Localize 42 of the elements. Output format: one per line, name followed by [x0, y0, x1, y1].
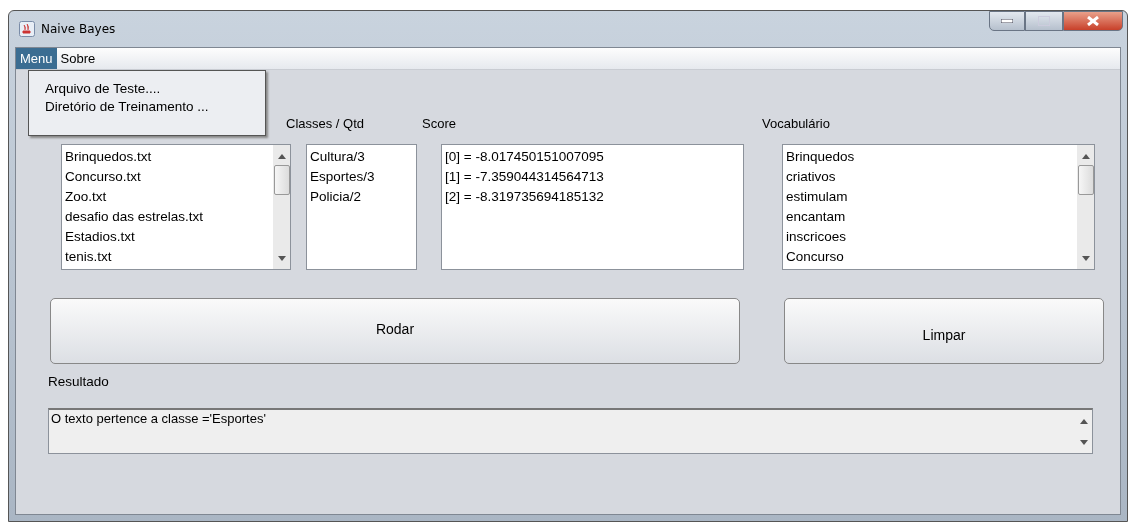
- list-item[interactable]: desafio das estrelas.txt: [65, 207, 270, 227]
- list-item[interactable]: encantam: [786, 207, 1074, 227]
- scroll-thumb[interactable]: [273, 165, 290, 195]
- list-item[interactable]: Esportes/3: [310, 167, 413, 187]
- menu-option[interactable]: Diretório de Treinamento ...: [45, 99, 265, 114]
- column-label: Score: [422, 116, 457, 133]
- list-item[interactable]: estimulam: [786, 187, 1074, 207]
- menu-option[interactable]: Arquivo de Teste....: [45, 81, 265, 96]
- list-item[interactable]: Brinquedos: [786, 147, 1074, 167]
- result-label: Resultado: [48, 374, 110, 391]
- result-area[interactable]: O texto pertence a classe ='Esportes': [48, 408, 1093, 454]
- result-text: O texto pertence a classe ='Esportes': [50, 410, 267, 428]
- list-item[interactable]: Concurso.txt: [65, 167, 270, 187]
- list-item[interactable]: Brinquedos.txt: [65, 147, 270, 167]
- list-item[interactable]: inscricoes: [786, 227, 1074, 247]
- clear-button[interactable]: Limpar: [784, 298, 1104, 364]
- scrollbar[interactable]: [273, 145, 290, 269]
- maximize-icon: [1038, 16, 1050, 26]
- window-title: Naive Bayes: [41, 22, 116, 36]
- list-item[interactable]: Cultura/3: [310, 147, 413, 167]
- menu-item[interactable]: Sobre: [56, 48, 100, 69]
- close-icon: [1087, 16, 1099, 26]
- menu-item[interactable]: Menu: [16, 48, 57, 69]
- list-item[interactable]: [1] = -7.359044314564713: [445, 167, 740, 187]
- list-item[interactable]: Policia/2: [310, 187, 413, 207]
- column-label: Vocabulário: [762, 116, 831, 133]
- list-item[interactable]: Estadios.txt: [65, 227, 270, 247]
- column-label: Classes / Qtd: [286, 116, 366, 133]
- list-item[interactable]: Zoo.txt: [65, 187, 270, 207]
- list-item[interactable]: tenis.txt: [65, 247, 270, 267]
- list-item[interactable]: [2] = -8.319735694185132: [445, 187, 740, 207]
- close-button[interactable]: [1063, 11, 1123, 31]
- maximize-button[interactable]: [1025, 11, 1063, 31]
- list-item[interactable]: criativos: [786, 167, 1074, 187]
- scrollbar[interactable]: [1077, 145, 1094, 269]
- list-item[interactable]: Concurso: [786, 247, 1074, 267]
- cup-icon: [19, 21, 35, 37]
- minimize-icon: [1001, 19, 1013, 23]
- list-item[interactable]: [0] = -8.017450151007095: [445, 147, 740, 167]
- run-button[interactable]: Rodar: [50, 298, 740, 364]
- scroll-thumb[interactable]: [1077, 165, 1094, 195]
- minimize-button[interactable]: [989, 11, 1025, 31]
